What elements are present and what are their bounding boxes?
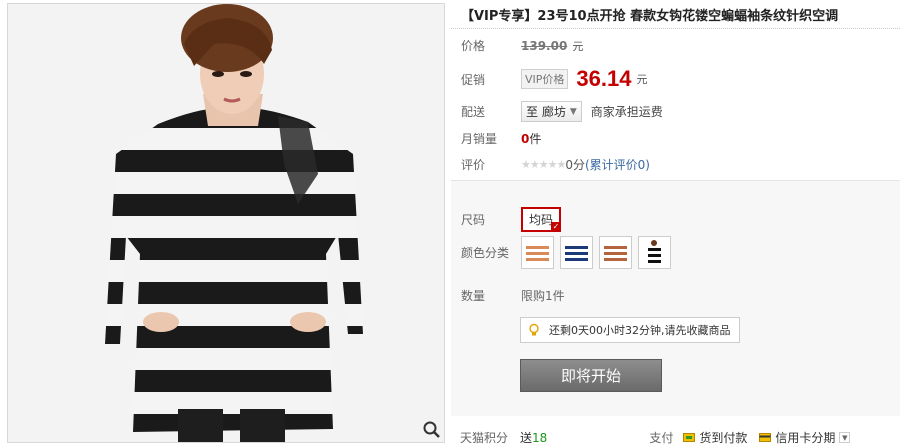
- quantity-limit: 限购1件: [521, 289, 565, 303]
- monthly-sales-count: 0: [521, 131, 530, 146]
- countdown-text: 还剩0天00小时32分钟,请先收藏商品: [549, 324, 731, 337]
- chevron-down-icon[interactable]: ▼: [839, 431, 851, 443]
- cod-label: 货到付款: [699, 430, 748, 445]
- color-label: 颜色分类: [461, 246, 510, 260]
- credit-installment[interactable]: 信用卡分期: [759, 429, 835, 446]
- destination-value: 至 廊坊: [526, 105, 566, 119]
- monthly-sales-unit: 件: [529, 132, 542, 146]
- footer-bar: 天猫积分 送18 支付 货到付款 信用卡分期 ▼: [451, 426, 900, 448]
- star-rating-icon: ★★★★★: [521, 158, 566, 171]
- vip-price-tag: VIP价格: [521, 69, 569, 89]
- promo-price: 36.14: [576, 66, 632, 91]
- points-value: 18: [532, 430, 548, 445]
- chevron-down-icon: ▼: [569, 106, 577, 117]
- points-label: 天猫积分: [460, 430, 509, 445]
- color-swatch-brown-stripe[interactable]: [599, 236, 632, 269]
- promo-label: 促销: [461, 72, 486, 87]
- pay-label: 支付: [649, 430, 674, 445]
- price-unit: 元: [572, 39, 584, 53]
- rating-row: 评价 ★★★★★ 0分 (累计评价0): [461, 156, 650, 173]
- original-price: 139.00: [521, 38, 568, 53]
- color-row: 颜色分类: [461, 236, 677, 269]
- lightbulb-icon: [527, 323, 541, 337]
- promo-price-row: 促销 VIP价格 36.14 元: [461, 66, 647, 92]
- rating-score: 0分: [565, 158, 585, 172]
- size-option-text: 均码: [529, 213, 554, 227]
- monthly-sales-row: 月销量 0 件: [461, 130, 541, 147]
- shipping-note: 商家承担运费: [590, 105, 663, 119]
- price-info-panel: 价格 139.00 元 促销 VIP价格 36.14 元 配送 至 廊坊 ▼ 商…: [451, 28, 900, 180]
- monthly-sales-label: 月销量: [461, 132, 498, 146]
- shipping-row: 配送 至 廊坊 ▼ 商家承担运费: [461, 101, 663, 122]
- cash-on-delivery[interactable]: 货到付款: [683, 429, 747, 446]
- color-swatch-navy-stripe[interactable]: [560, 236, 593, 269]
- coming-soon-button[interactable]: 即将开始: [520, 359, 662, 392]
- review-count-link[interactable]: (累计评价0): [585, 156, 650, 173]
- checkmark-icon: ✓: [551, 222, 562, 232]
- product-title: 【VIP专享】23号10点开抢 春款女钩花镂空蝙蝠袖条纹针织空调: [461, 9, 839, 24]
- cod-icon: [683, 432, 696, 443]
- promo-unit: 元: [636, 73, 648, 86]
- countdown-notice: 还剩0天00小时32分钟,请先收藏商品: [520, 317, 740, 343]
- rating-label: 评价: [461, 158, 486, 172]
- original-price-row: 价格 139.00 元: [461, 37, 583, 54]
- credit-label: 信用卡分期: [775, 430, 836, 445]
- points-prefix: 送: [520, 430, 533, 445]
- quantity-label: 数量: [461, 289, 486, 303]
- destination-select[interactable]: 至 廊坊 ▼: [521, 101, 582, 122]
- quantity-row: 数量 限购1件: [461, 287, 565, 304]
- shipping-label: 配送: [461, 105, 486, 119]
- purchase-options-panel: 尺码 均码 ✓ 颜色分类 数量 限购1件 还剩0天00小时32分钟,请先收藏商品…: [451, 180, 900, 416]
- price-label: 价格: [461, 39, 486, 53]
- size-row: 尺码 均码 ✓: [461, 207, 562, 232]
- zoom-icon[interactable]: [422, 420, 442, 440]
- size-label: 尺码: [461, 213, 486, 227]
- product-image[interactable]: [7, 3, 445, 443]
- size-option-selected[interactable]: 均码 ✓: [521, 207, 562, 232]
- color-swatch-orange-stripe[interactable]: [521, 236, 554, 269]
- color-swatch-black-white-stripe[interactable]: [638, 236, 671, 269]
- points-info: 送18: [520, 429, 547, 446]
- credit-card-icon: [759, 432, 772, 443]
